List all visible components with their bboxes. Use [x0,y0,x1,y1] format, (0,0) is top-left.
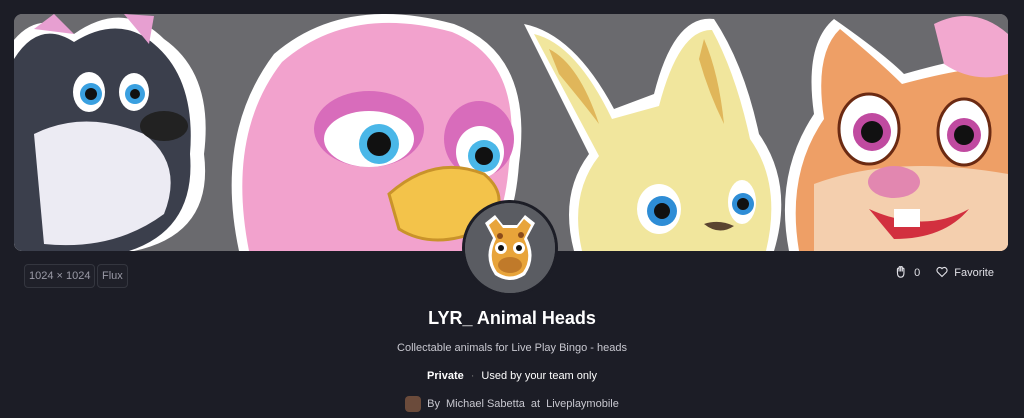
project-description: Collectable animals for Live Play Bingo … [397,342,627,354]
like-button[interactable]: 0 [895,265,920,281]
visibility-note: Used by your team only [481,370,597,382]
heart-outline-icon [936,266,948,281]
model-chip: Flux [97,264,128,288]
project-avatar [462,200,558,296]
page-title: LYR_ Animal Heads [428,308,596,328]
giraffe-avatar-image [465,203,555,293]
image-dimensions-chip: 1024 × 1024 [24,264,96,288]
favorite-label: Favorite [954,267,994,279]
separator-dot: · [470,370,475,382]
project-actions: 0 Favorite [895,265,994,281]
like-count: 0 [914,267,921,279]
author-name[interactable]: Michael Sabetta [446,398,525,410]
author-at: at [530,398,541,410]
hand-heart-icon [895,265,908,281]
favorite-button[interactable]: Favorite [936,266,994,281]
author-prefix: By [427,398,440,410]
visibility-status: Private [427,370,464,382]
visibility-row: Private · Used by your team only [0,370,1024,382]
team-name[interactable]: Liveplaymobile [546,398,619,410]
author-row: By Michael Sabetta at Liveplaymobile [0,396,1024,412]
author-avatar [405,396,422,412]
